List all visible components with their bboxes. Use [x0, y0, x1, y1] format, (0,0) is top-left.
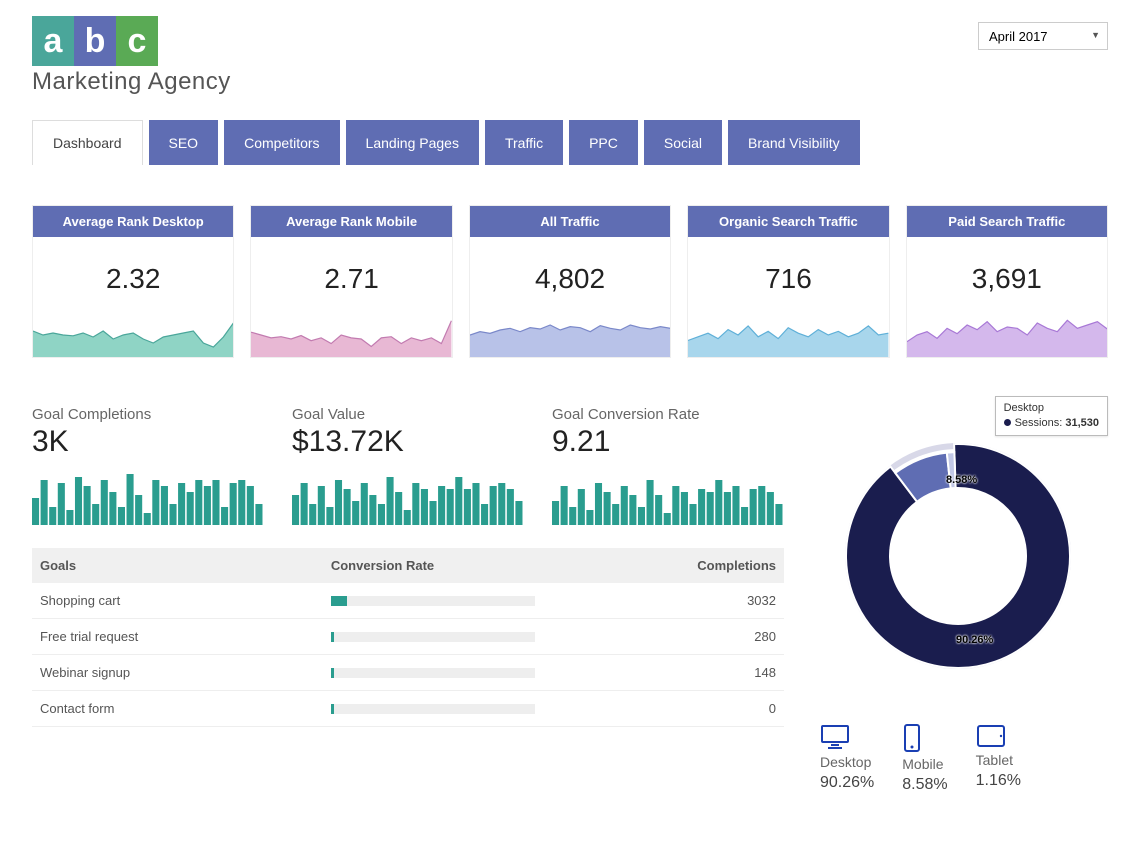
kpi-value: 716 [688, 237, 888, 313]
donut-tooltip-dot-icon [1004, 419, 1011, 426]
kpi-value: 2.32 [33, 237, 233, 313]
kpi-title: Paid Search Traffic [907, 206, 1107, 237]
table-row: Free trial request 280 [32, 619, 784, 655]
kpi-card: All Traffic4,802 [469, 205, 671, 358]
goal-name: Contact form [32, 691, 323, 727]
goal-rate-bar [323, 583, 543, 619]
goal-completions-value: 3K [32, 425, 264, 459]
device-tablet-label: Tablet [976, 752, 1013, 768]
goal-value-value: $13.72K [292, 425, 524, 459]
kpi-sparkline [251, 313, 451, 357]
goal-completions: 0 [543, 691, 784, 727]
kpi-card: Organic Search Traffic716 [687, 205, 889, 358]
tab-traffic[interactable]: Traffic [485, 120, 563, 165]
kpi-value: 4,802 [470, 237, 670, 313]
kpi-sparkline [33, 313, 233, 357]
tab-dashboard[interactable]: Dashboard [32, 120, 143, 165]
mobile-icon [902, 724, 922, 752]
kpi-title: All Traffic [470, 206, 670, 237]
logo-letter-a: a [32, 16, 74, 66]
device-tablet: Tablet 1.16% [976, 724, 1021, 794]
donut-tooltip-metric: Sessions: [1015, 417, 1063, 429]
donut-tooltip-title: Desktop [1004, 401, 1099, 416]
kpi-sparkline [688, 313, 888, 357]
tab-brand-visibility[interactable]: Brand Visibility [728, 120, 860, 165]
device-donut-widget: Desktop Sessions: 31,530 90.26% 8.58% De… [808, 406, 1108, 794]
kpi-row: Average Rank Desktop2.32Average Rank Mob… [32, 205, 1108, 358]
date-range-select[interactable]: April 2017 [978, 22, 1108, 50]
kpi-title: Average Rank Desktop [33, 206, 233, 237]
kpi-sparkline [470, 313, 670, 357]
goal-rate-bar [323, 619, 543, 655]
goal-rate-bar [323, 655, 543, 691]
goal-name: Shopping cart [32, 583, 323, 619]
tab-seo[interactable]: SEO [149, 120, 219, 165]
goal-completions: 280 [543, 619, 784, 655]
tab-ppc[interactable]: PPC [569, 120, 638, 165]
goal-completions-chart [32, 467, 264, 525]
kpi-title: Average Rank Mobile [251, 206, 451, 237]
goal-value-card: Goal Value $13.72K [292, 406, 524, 530]
goal-conversion-chart [552, 467, 784, 525]
goal-name: Webinar signup [32, 655, 323, 691]
goal-conversion-label: Goal Conversion Rate [552, 406, 784, 423]
device-desktop-label: Desktop [820, 754, 871, 770]
desktop-icon [820, 724, 850, 750]
kpi-card: Average Rank Desktop2.32 [32, 205, 234, 358]
logo: a b c Marketing Agency [32, 16, 231, 96]
device-mobile: Mobile 8.58% [902, 724, 947, 794]
goal-value-chart [292, 467, 524, 525]
goal-completions: 148 [543, 655, 784, 691]
logo-letter-c: c [116, 16, 158, 66]
goal-name: Free trial request [32, 619, 323, 655]
goals-header-goal[interactable]: Goals [32, 548, 323, 583]
kpi-value: 3,691 [907, 237, 1107, 313]
goals-header-completions[interactable]: Completions [543, 548, 784, 583]
donut-slice-label-small: 8.58% [946, 474, 977, 486]
device-desktop: Desktop 90.26% [820, 724, 874, 794]
tab-competitors[interactable]: Competitors [224, 120, 339, 165]
goal-completions-label: Goal Completions [32, 406, 264, 423]
device-mobile-label: Mobile [902, 756, 943, 772]
kpi-card: Average Rank Mobile2.71 [250, 205, 452, 358]
table-row: Shopping cart 3032 [32, 583, 784, 619]
kpi-title: Organic Search Traffic [688, 206, 888, 237]
logo-letter-b: b [74, 16, 116, 66]
goals-header-rate[interactable]: Conversion Rate [323, 548, 543, 583]
goal-conversion-card: Goal Conversion Rate 9.21 [552, 406, 784, 530]
goal-value-label: Goal Value [292, 406, 524, 423]
device-tablet-value: 1.16% [976, 772, 1021, 790]
goals-table: Goals Conversion Rate Completions Shoppi… [32, 548, 784, 727]
device-desktop-value: 90.26% [820, 774, 874, 792]
goal-conversion-value: 9.21 [552, 425, 784, 459]
device-legend: Desktop 90.26% Mobile 8.58% Tablet 1.16% [808, 724, 1108, 794]
donut-tooltip-value: 31,530 [1065, 417, 1099, 429]
tab-social[interactable]: Social [644, 120, 722, 165]
table-row: Webinar signup 148 [32, 655, 784, 691]
main-tabs: Dashboard SEO Competitors Landing Pages … [32, 120, 1108, 165]
table-row: Contact form 0 [32, 691, 784, 727]
device-mobile-value: 8.58% [902, 776, 947, 794]
kpi-sparkline [907, 313, 1107, 357]
kpi-card: Paid Search Traffic3,691 [906, 205, 1108, 358]
donut-tooltip: Desktop Sessions: 31,530 [995, 396, 1108, 436]
kpi-value: 2.71 [251, 237, 451, 313]
donut-slice-label-big: 90.26% [956, 634, 993, 646]
goal-rate-bar [323, 691, 543, 727]
goal-completions: 3032 [543, 583, 784, 619]
goal-completions-card: Goal Completions 3K [32, 406, 264, 530]
tablet-icon [976, 724, 1006, 748]
agency-name: Marketing Agency [32, 68, 231, 96]
tab-landing-pages[interactable]: Landing Pages [346, 120, 479, 165]
